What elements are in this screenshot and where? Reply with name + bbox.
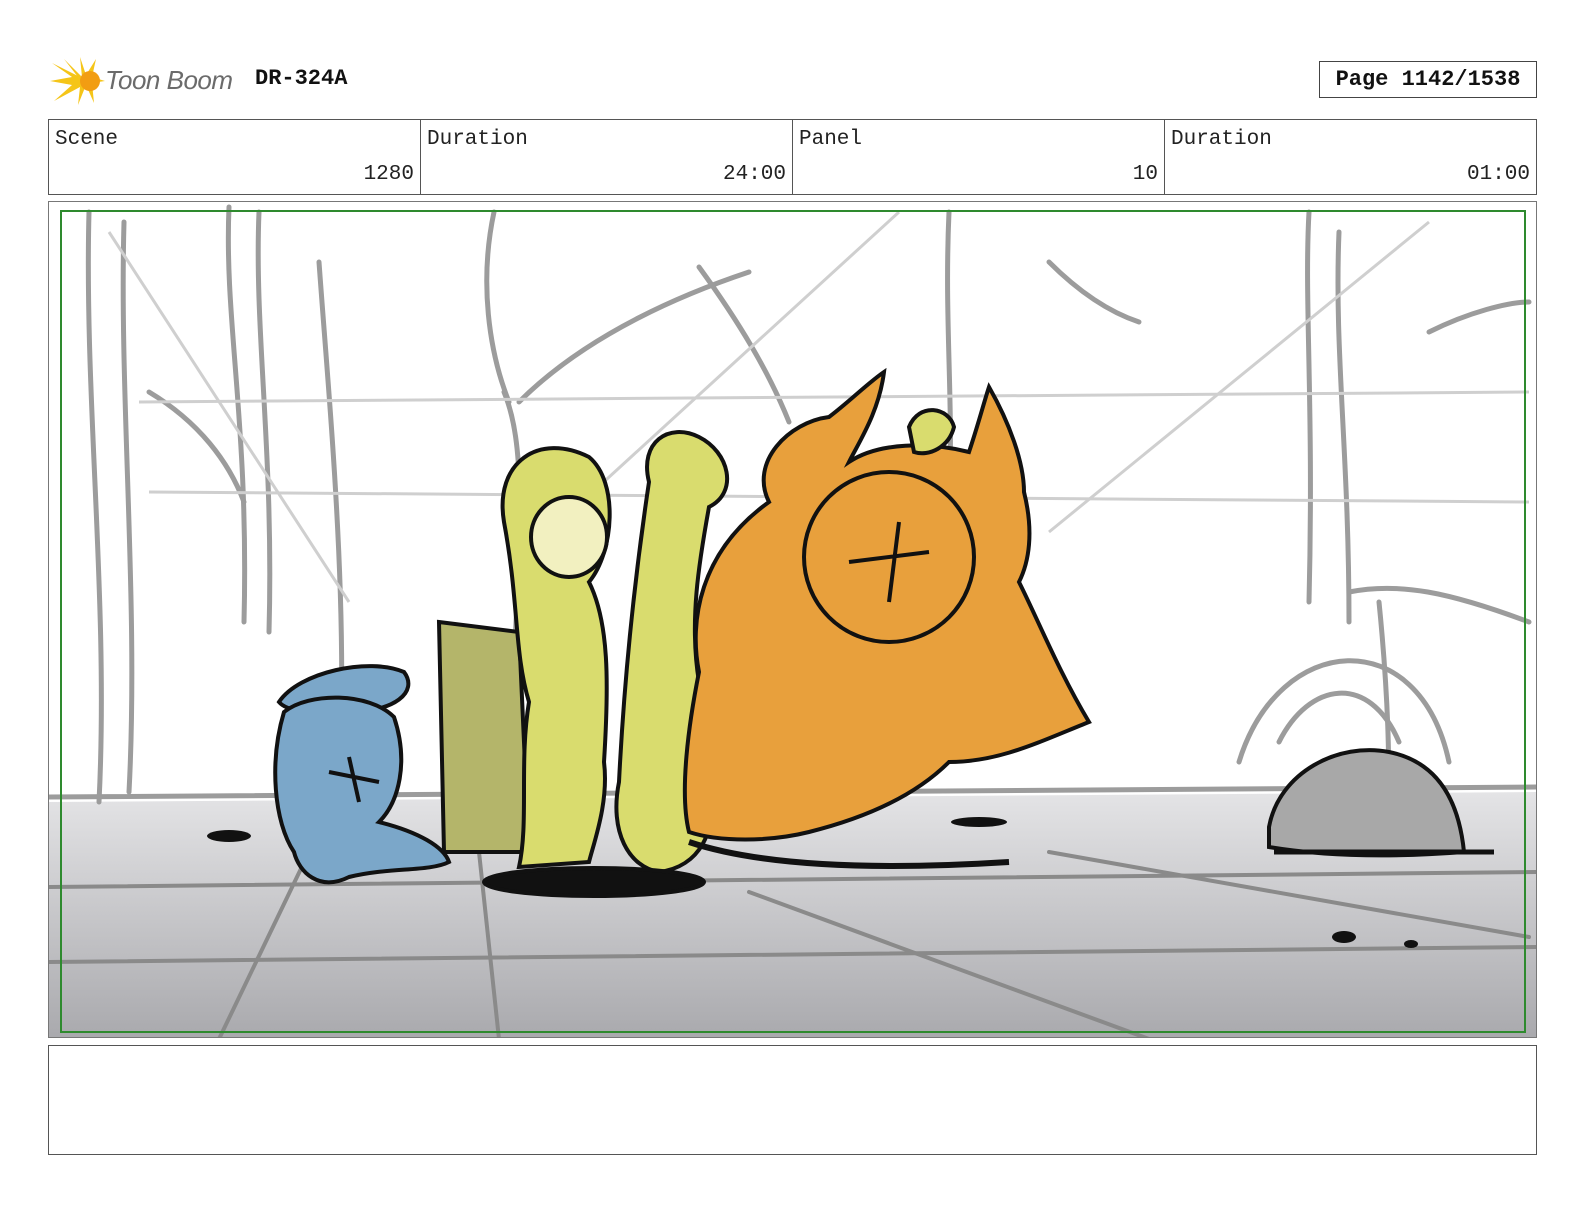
scene-info-table: Scene 1280 Duration 24:00 Panel 10 Durat…: [48, 119, 1537, 195]
panel-duration-cell: Duration 01:00: [1165, 120, 1536, 194]
panel-duration-value: 01:00: [1466, 163, 1530, 186]
toon-boom-logo: Toon Boom: [50, 55, 240, 107]
scene-duration-value: 24:00: [722, 163, 786, 186]
scene-duration-cell: Duration 24:00: [421, 120, 793, 194]
panel-duration-label: Duration: [1171, 128, 1272, 151]
scene-cell: Scene 1280: [49, 120, 421, 194]
page-number: Page 1142/1538: [1319, 61, 1537, 98]
scene-duration-label: Duration: [427, 128, 528, 151]
panel-cell: Panel 10: [793, 120, 1165, 194]
scene-label: Scene: [55, 128, 119, 151]
sunburst-icon: [50, 57, 105, 105]
blue-character: [273, 664, 452, 885]
scene-value: 1280: [363, 163, 414, 186]
production-code: DR-324A: [255, 66, 348, 91]
logo-text: Toon Boom: [105, 65, 233, 95]
panel-value: 10: [1132, 163, 1158, 186]
yellow-characters: [436, 430, 729, 898]
panel-notes-box: [48, 1045, 1537, 1155]
panel-sketch: [49, 204, 1536, 1037]
storyboard-panel: [48, 201, 1537, 1038]
panel-label: Panel: [799, 128, 863, 151]
